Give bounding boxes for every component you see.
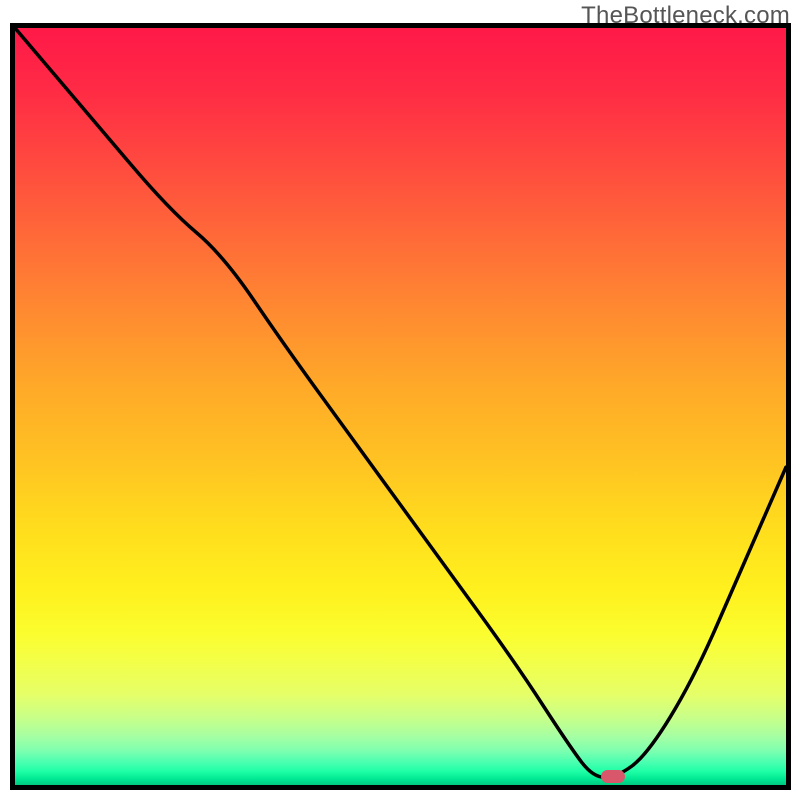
bottleneck-curve bbox=[15, 28, 786, 785]
minimum-marker-dot bbox=[601, 770, 625, 783]
chart-container: TheBottleneck.com bbox=[0, 0, 800, 800]
watermark-text: TheBottleneck.com bbox=[581, 2, 790, 30]
